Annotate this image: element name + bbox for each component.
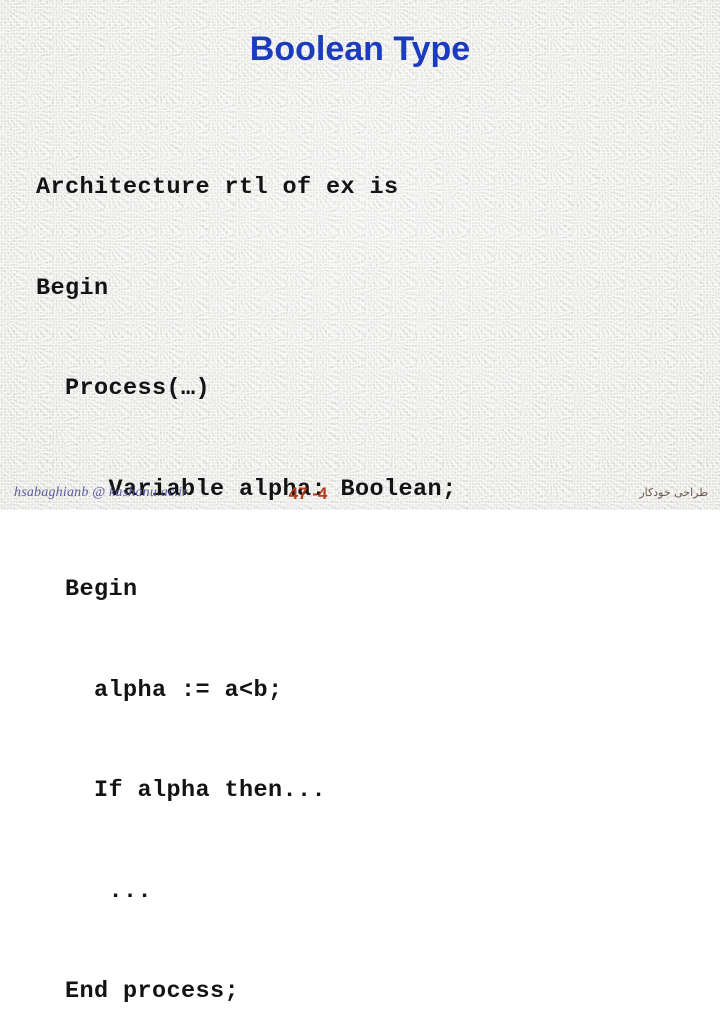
footer-page-number: 47 -4 <box>288 484 328 503</box>
slide-footer: hsabaghianb @ kashanu.ac.ir 47 -4 طراحی … <box>0 468 720 510</box>
page-title: Boolean Type <box>249 30 471 68</box>
code-line: If alpha then... <box>36 777 327 804</box>
code-line: Begin <box>36 576 138 603</box>
code-line: alpha := a<b; <box>36 676 283 704</box>
footer-persian-label: طراحی خودکار <box>639 486 708 499</box>
code-line: End process; <box>36 978 240 1005</box>
code-line: Begin <box>36 274 109 302</box>
slide-canvas: Boolean Type Architecture rtl of ex is B… <box>0 0 720 1005</box>
code-listing: Architecture rtl of ex is Begin Process(… <box>36 104 457 1020</box>
code-line: Architecture rtl of ex is <box>36 174 399 201</box>
code-line: Process(…) <box>36 375 211 402</box>
code-line: ... <box>36 877 153 905</box>
